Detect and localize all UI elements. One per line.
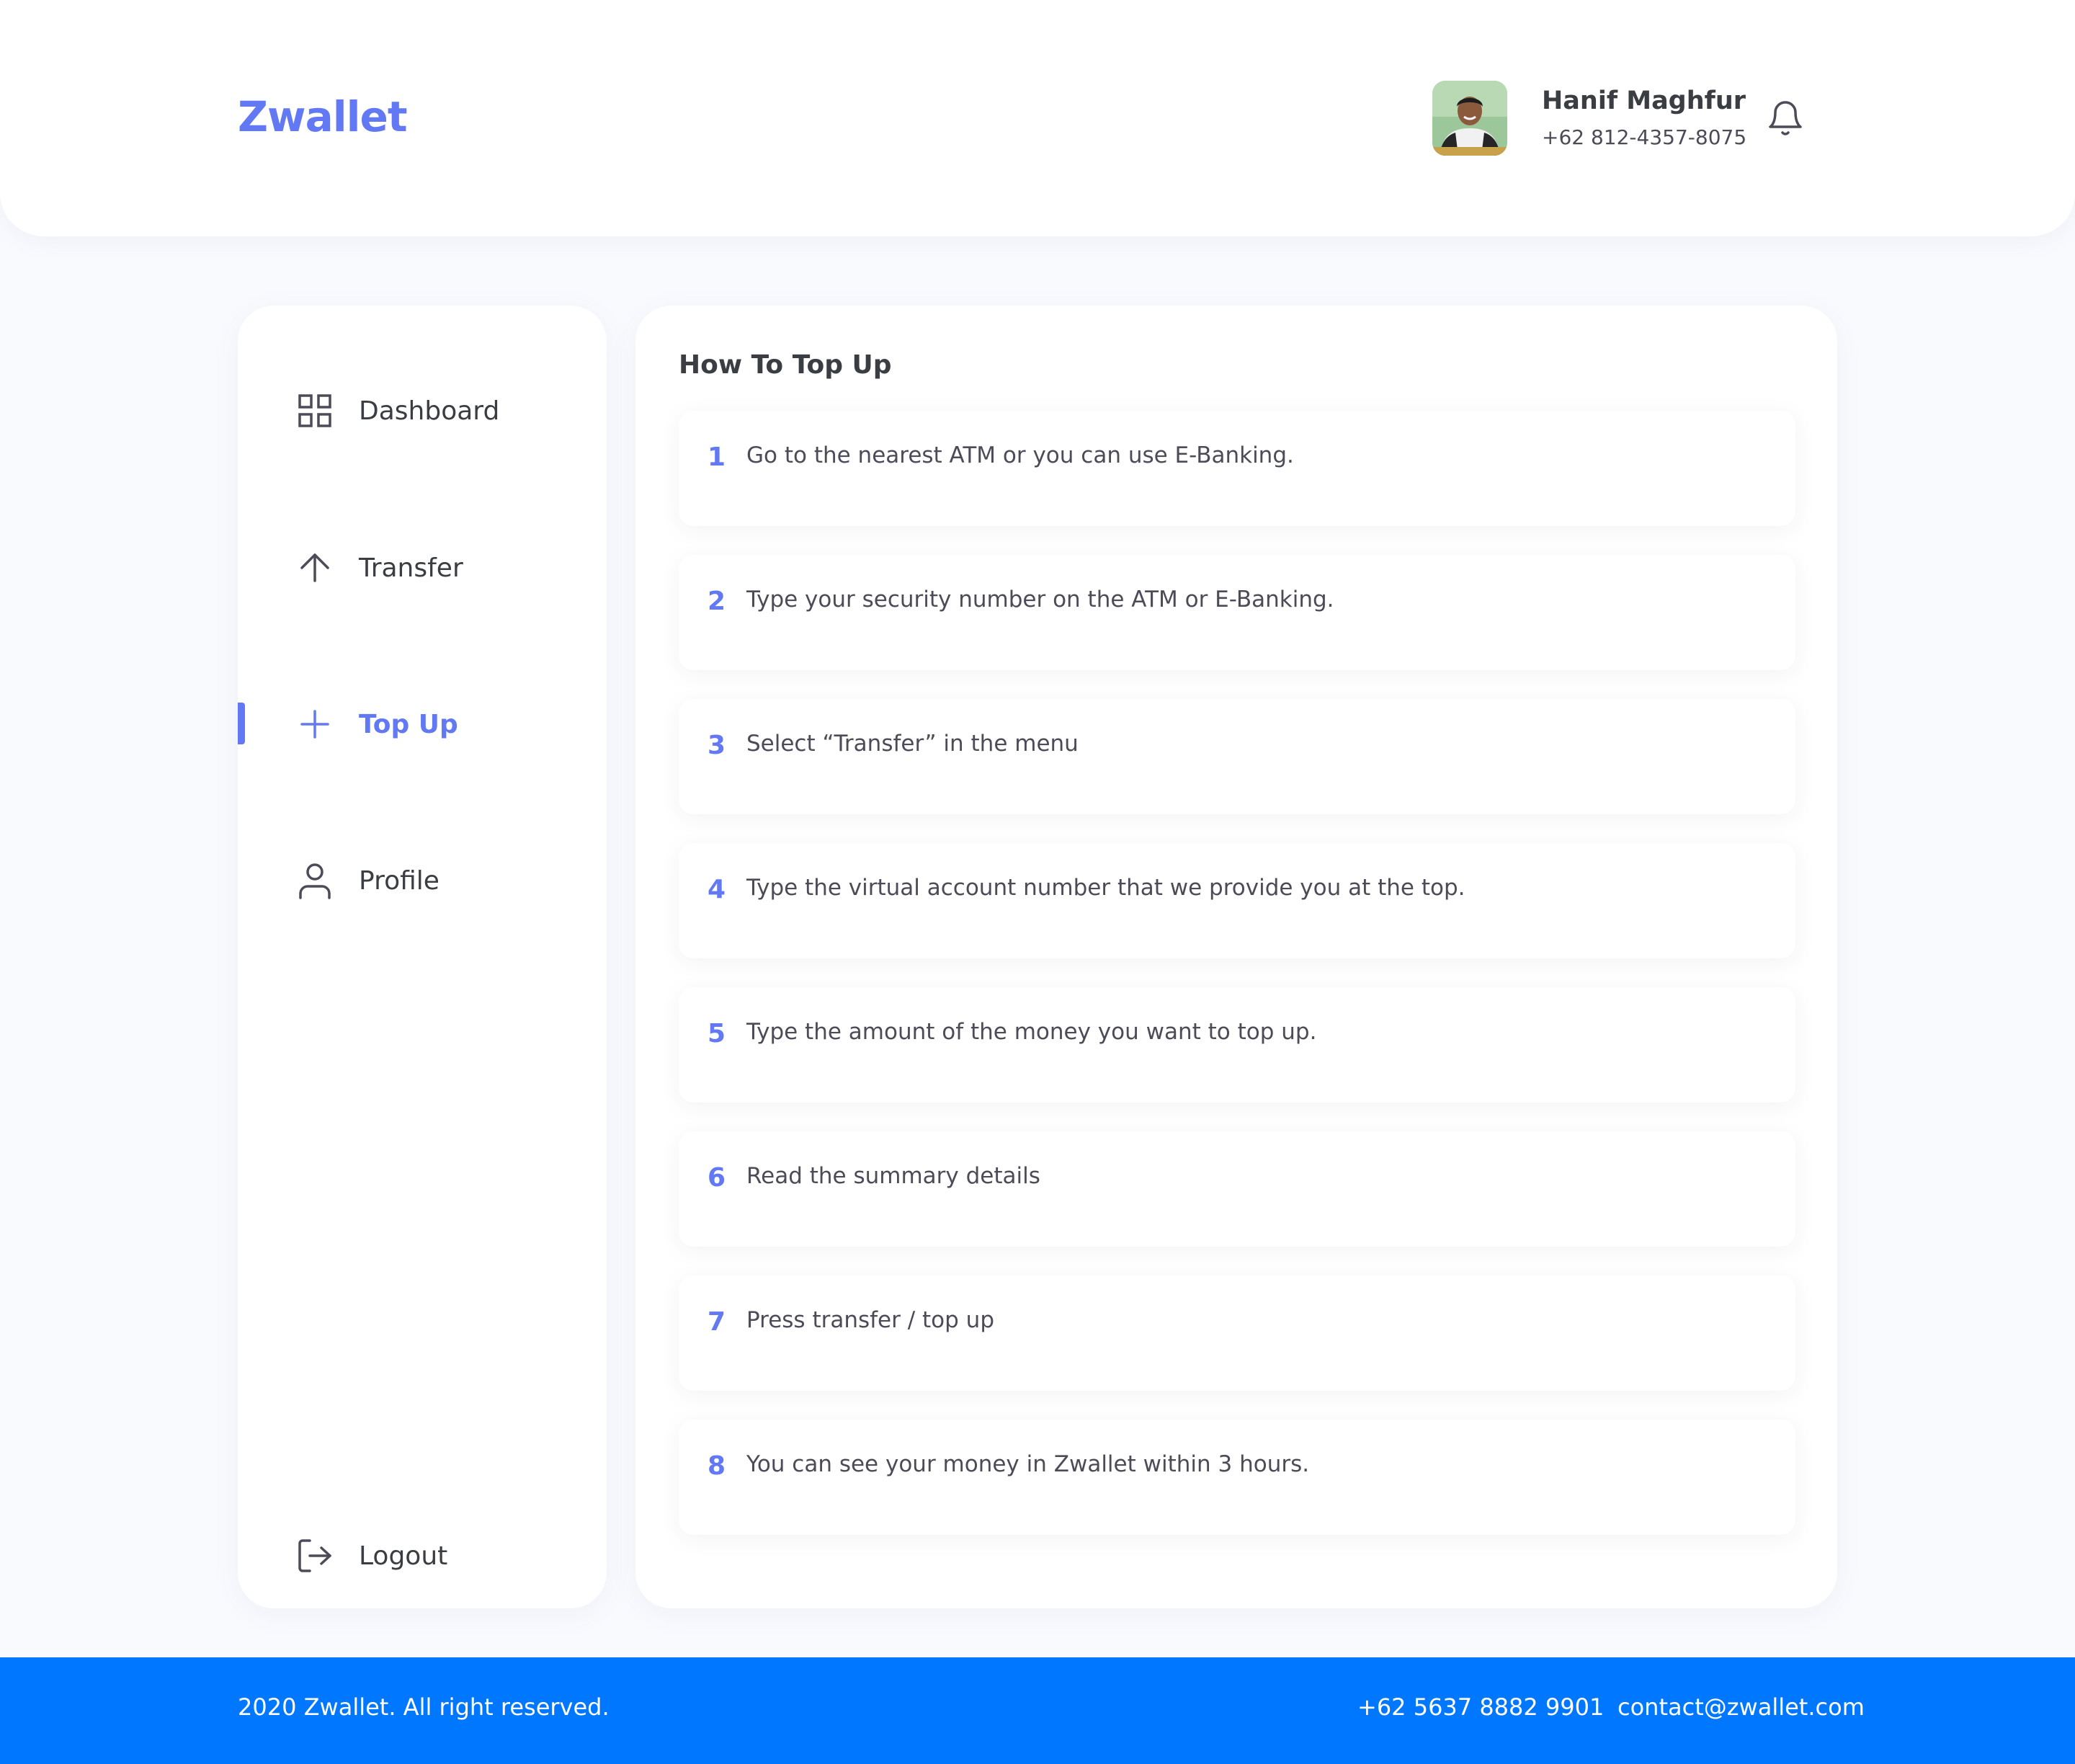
step-number: 6 xyxy=(708,1163,726,1193)
bell-icon[interactable] xyxy=(1768,99,1803,140)
step-number: 7 xyxy=(708,1307,726,1337)
logout-icon xyxy=(297,1538,333,1574)
active-indicator xyxy=(238,703,245,744)
arrow-up-icon xyxy=(297,550,333,586)
top-header: Zwallet Hanif Maghfur +62 812-4357-8075 xyxy=(0,0,2075,236)
step-card: 4 Type the virtual account number that w… xyxy=(679,843,1795,958)
user-phone: +62 812-4357-8075 xyxy=(1542,125,1747,149)
step-card: 8 You can see your money in Zwallet with… xyxy=(679,1420,1795,1535)
sidebar-item-transfer[interactable]: Transfer xyxy=(238,539,607,597)
sidebar-item-profile[interactable]: Profile xyxy=(238,852,607,909)
step-card: 6 Read the summary details xyxy=(679,1131,1795,1247)
step-text: Read the summary details xyxy=(746,1163,1040,1189)
sidebar-item-label: Top Up xyxy=(359,709,458,739)
step-text: Type the virtual account number that we … xyxy=(746,875,1465,901)
step-text: Press transfer / top up xyxy=(746,1307,994,1333)
brand-logo[interactable]: Zwallet xyxy=(238,92,408,141)
footer-email[interactable]: contact@zwallet.com xyxy=(1617,1693,1865,1721)
step-card: 7 Press transfer / top up xyxy=(679,1275,1795,1391)
step-text: Go to the nearest ATM or you can use E-B… xyxy=(746,442,1294,468)
sidebar: Dashboard Transfer Top Up Profile Logout xyxy=(238,306,607,1608)
step-number: 3 xyxy=(708,731,726,760)
top-up-panel: How To Top Up 1 Go to the nearest ATM or… xyxy=(635,306,1837,1608)
plus-icon xyxy=(297,706,333,742)
user-icon xyxy=(297,863,333,899)
step-text: You can see your money in Zwallet within… xyxy=(746,1451,1310,1477)
step-number: 4 xyxy=(708,875,726,904)
step-number: 8 xyxy=(708,1451,726,1481)
step-text: Select “Transfer” in the menu xyxy=(746,731,1079,757)
footer-phone[interactable]: +62 5637 8882 9901 xyxy=(1357,1693,1604,1721)
step-number: 1 xyxy=(708,442,726,472)
user-name: Hanif Maghfur xyxy=(1542,86,1746,115)
footer: 2020 Zwallet. All right reserved. +62 56… xyxy=(0,1657,2075,1764)
page-title: How To Top Up xyxy=(679,350,892,380)
step-card: 1 Go to the nearest ATM or you can use E… xyxy=(679,411,1795,526)
step-number: 5 xyxy=(708,1019,726,1048)
logout-label: Logout xyxy=(359,1541,448,1571)
step-card: 3 Select “Transfer” in the menu xyxy=(679,699,1795,814)
sidebar-item-label: Profile xyxy=(359,865,439,896)
step-text: Type the amount of the money you want to… xyxy=(746,1019,1317,1045)
sidebar-item-dashboard[interactable]: Dashboard xyxy=(238,382,607,440)
logout-button[interactable]: Logout xyxy=(238,1527,607,1585)
step-card: 5 Type the amount of the money you want … xyxy=(679,987,1795,1102)
avatar[interactable] xyxy=(1432,81,1507,156)
step-number: 2 xyxy=(708,587,726,616)
footer-copyright: 2020 Zwallet. All right reserved. xyxy=(238,1693,610,1721)
sidebar-item-label: Transfer xyxy=(359,553,463,583)
step-card: 2 Type your security number on the ATM o… xyxy=(679,555,1795,670)
step-text: Type your security number on the ATM or … xyxy=(746,587,1334,612)
sidebar-item-label: Dashboard xyxy=(359,396,500,426)
grid-icon xyxy=(297,393,333,429)
sidebar-item-top-up[interactable]: Top Up xyxy=(238,695,607,753)
